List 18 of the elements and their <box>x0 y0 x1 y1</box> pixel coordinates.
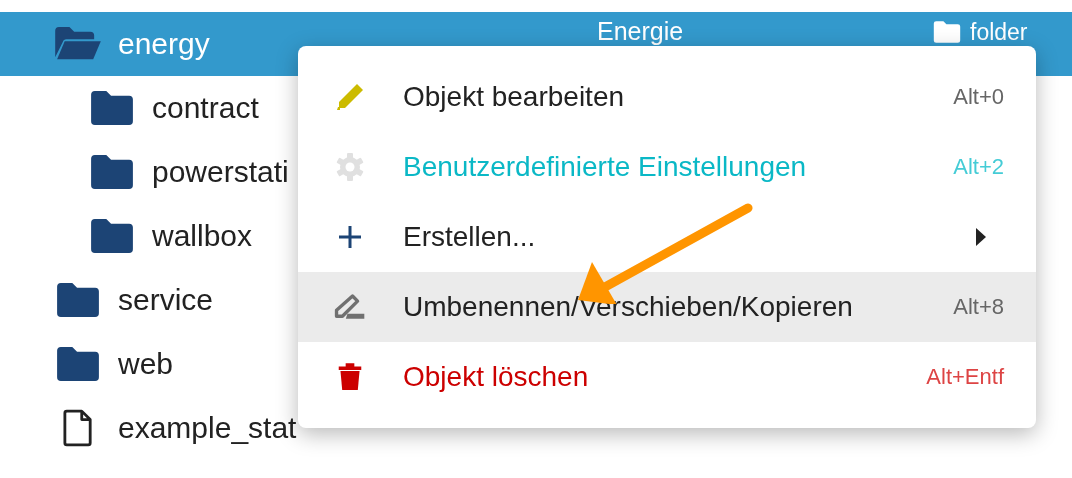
shortcut-label: Alt+Entf <box>926 364 1004 390</box>
menu-item-label: Benutzerdefinierte Einstellungen <box>403 151 808 183</box>
tree-item-name: example_stat <box>118 411 297 445</box>
object-title: Energie <box>597 19 685 44</box>
tree-item-name: service <box>118 283 214 317</box>
tree-item-name: contract <box>152 91 259 125</box>
tree-item-name: energy <box>118 27 210 61</box>
tree-item-name: powerstati <box>152 155 289 189</box>
shortcut-label: Alt+8 <box>953 294 1004 320</box>
menu-item-label: Erstellen... <box>403 221 537 253</box>
menu-item-label: Objekt bearbeiten <box>403 81 626 113</box>
tree-item-name: wallbox <box>152 219 253 253</box>
menu-item-label: Umbenennen/Verschieben/Kopieren <box>403 291 854 323</box>
tree-item-name: web <box>118 347 174 381</box>
object-type: folder <box>970 20 1028 44</box>
shortcut-label: Alt+2 <box>953 154 1004 180</box>
shortcut-label: Alt+0 <box>953 84 1004 110</box>
menu-item-label: Objekt löschen <box>403 361 590 393</box>
